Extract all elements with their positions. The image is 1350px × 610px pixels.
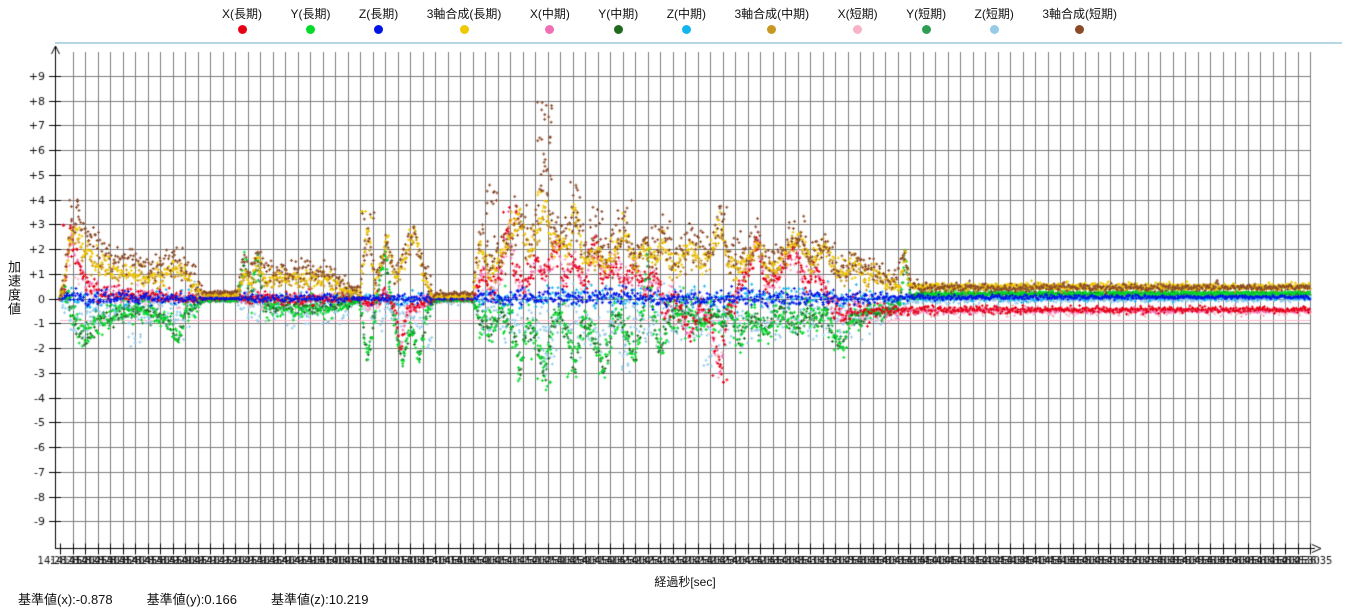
legend-item: Z(中期) [667, 7, 706, 34]
legend-color-dot [922, 25, 931, 34]
legend-item: 3軸合成(長期) [427, 7, 502, 34]
legend-item: Z(長期) [359, 7, 398, 34]
legend-color-dot [238, 25, 247, 34]
y-axis-title: 加速度値 [4, 260, 23, 316]
legend-item-label: X(中期) [530, 7, 570, 21]
legend-item-label: 3軸合成(短期) [1042, 7, 1117, 21]
legend-item-label: X(短期) [838, 7, 878, 21]
legend-item-label: Y(長期) [290, 7, 330, 21]
chart-canvas [0, 0, 1350, 610]
legend-color-dot [682, 25, 691, 34]
legend-item: Z(短期) [975, 7, 1014, 34]
legend-color-dot [1075, 25, 1084, 34]
legend-item: Y(中期) [598, 7, 638, 34]
legend: X(長期) Y(長期) Z(長期) 3軸合成(長期) X(中期) Y(中期) Z… [222, 7, 1117, 34]
legend-item-label: Z(短期) [975, 7, 1014, 21]
x-axis-title: 経過秒[sec] [60, 573, 1310, 590]
legend-color-dot [990, 25, 999, 34]
legend-item: 3軸合成(短期) [1042, 7, 1117, 34]
legend-separator-line [55, 42, 1342, 44]
legend-color-dot [853, 25, 862, 34]
legend-item-label: Z(中期) [667, 7, 706, 21]
legend-item-label: X(長期) [222, 7, 262, 21]
baseline-y-value: 基準値(y):0.166 [147, 589, 237, 608]
legend-item: X(中期) [530, 7, 570, 34]
legend-color-dot [614, 25, 623, 34]
baseline-x-value: 基準値(x):-0.878 [18, 589, 113, 608]
legend-item: X(短期) [838, 7, 878, 34]
legend-item: X(長期) [222, 7, 262, 34]
footer-baselines: 基準値(x):-0.878 基準値(y):0.166 基準値(z):10.219 [18, 589, 369, 608]
legend-color-dot [767, 25, 776, 34]
legend-item: 3軸合成(中期) [735, 7, 810, 34]
legend-color-dot [545, 25, 554, 34]
legend-color-dot [306, 25, 315, 34]
legend-item: Y(長期) [290, 7, 330, 34]
legend-item-label: 3軸合成(長期) [427, 7, 502, 21]
legend-color-dot [374, 25, 383, 34]
legend-item-label: Y(短期) [906, 7, 946, 21]
legend-color-dot [460, 25, 469, 34]
legend-item: Y(短期) [906, 7, 946, 34]
legend-item-label: Y(中期) [598, 7, 638, 21]
legend-item-label: 3軸合成(中期) [735, 7, 810, 21]
baseline-z-value: 基準値(z):10.219 [271, 589, 369, 608]
legend-item-label: Z(長期) [359, 7, 398, 21]
